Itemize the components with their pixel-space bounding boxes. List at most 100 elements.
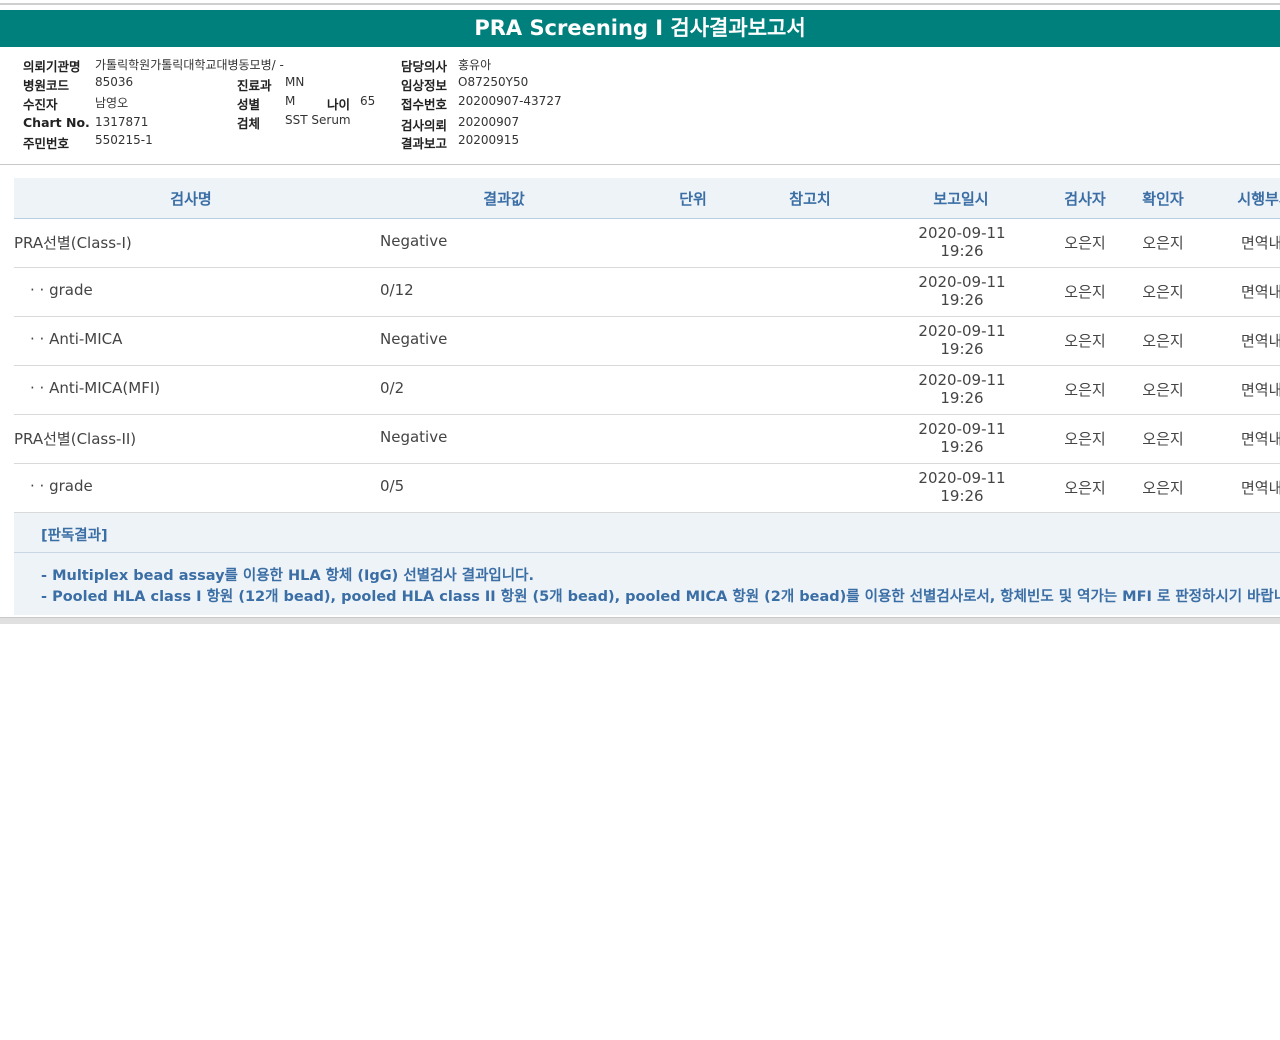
hospital-code-value: 85036 <box>95 75 134 89</box>
verifier: 오은지 <box>1142 332 1184 350</box>
request-date-value: 20200907 <box>458 115 520 129</box>
report-time: 19:26 <box>940 291 984 309</box>
col-dept-header: 시행부서 <box>1237 190 1280 208</box>
dept: 면역내과 <box>1241 381 1280 399</box>
dept: 면역내과 <box>1241 479 1280 497</box>
receipt-no-label: 접수번호 <box>401 97 448 112</box>
verifier: 오은지 <box>1142 381 1184 399</box>
report-time: 19:26 <box>940 487 984 505</box>
table-row[interactable]: · · grade 0/5 2020-09-11 19:26 오은지 오은지 면역… <box>14 464 1280 513</box>
dept: 면역내과 <box>1241 332 1280 350</box>
verifier: 오은지 <box>1142 283 1184 301</box>
top-divider <box>0 3 1280 5</box>
clinical-info-value: O87250Y50 <box>458 75 529 89</box>
table-row[interactable]: · · Anti-MICA(MFI) 0/2 2020-09-11 19:26 오… <box>14 366 1280 415</box>
report-datetime: 2020-09-11 19:26 <box>918 274 1005 310</box>
report-time: 19:26 <box>940 340 984 358</box>
test-name: PRA선별(Class-I) <box>14 234 132 252</box>
bottom-divider <box>0 617 1280 624</box>
test-name: · · grade <box>30 281 93 299</box>
table-row[interactable]: · · grade 0/12 2020-09-11 19:26 오은지 오은지 면… <box>14 268 1280 317</box>
report-time: 19:26 <box>940 438 984 456</box>
report-datetime: 2020-09-11 19:26 <box>918 323 1005 359</box>
info-divider <box>0 164 1280 165</box>
col-verifier-header: 확인자 <box>1142 190 1184 208</box>
patient-info-panel: 의뢰기관명 가톨릭학원가톨릭대학교대병동모병/ - 병원코드 85036 수진자… <box>0 47 1280 165</box>
table-row[interactable]: · · Anti-MICA Negative 2020-09-11 19:26 오… <box>14 317 1280 366</box>
result-value: Negative <box>380 330 448 348</box>
patient-label: 수진자 <box>23 97 58 112</box>
table-row[interactable]: PRA선별(Class-I) Negative 2020-09-11 19:26 … <box>14 219 1280 268</box>
chart-no-value: 1317871 <box>95 115 149 129</box>
interpretation-line-2: - Pooled HLA class I 항원 (12개 bead), pool… <box>41 589 1280 605</box>
report-date: 2020-09-11 <box>918 224 1006 242</box>
test-name: · · Anti-MICA <box>30 330 123 348</box>
interpretation-title: [판독결과] <box>41 528 108 544</box>
receipt-no-value: 20200907-43727 <box>458 94 562 108</box>
patient-value: 남영오 <box>95 96 129 110</box>
request-date-label: 검사의뢰 <box>401 118 448 133</box>
report-datetime: 2020-09-11 19:26 <box>918 225 1005 261</box>
test-name: · · Anti-MICA(MFI) <box>30 379 161 397</box>
verifier: 오은지 <box>1142 479 1184 497</box>
interpretation-line-1: - Multiplex bead assay를 이용한 HLA 항체 (IgG)… <box>41 568 534 584</box>
verifier: 오은지 <box>1142 234 1184 252</box>
tester: 오은지 <box>1064 234 1106 252</box>
dept-label: 진료과 <box>237 78 272 93</box>
report-datetime: 2020-09-11 19:26 <box>918 470 1005 506</box>
report-title: PRA Screening I 검사결과보고서 <box>0 10 1280 47</box>
doctor-value: 홍유아 <box>458 58 492 72</box>
report-datetime: 2020-09-11 19:26 <box>918 421 1005 457</box>
report-time: 19:26 <box>940 242 984 260</box>
col-name-header: 검사명 <box>170 190 212 208</box>
col-ref-header: 참고치 <box>789 190 831 208</box>
tester: 오은지 <box>1064 430 1106 448</box>
tester: 오은지 <box>1064 332 1106 350</box>
result-value: 0/2 <box>380 379 405 397</box>
result-value: Negative <box>380 428 448 446</box>
dept: 면역내과 <box>1241 234 1280 252</box>
test-name: PRA선별(Class-II) <box>14 430 137 448</box>
table-row[interactable]: PRA선별(Class-II) Negative 2020-09-11 19:26… <box>14 415 1280 464</box>
report-date: 2020-09-11 <box>918 273 1006 291</box>
report-time: 19:26 <box>940 389 984 407</box>
tester: 오은지 <box>1064 381 1106 399</box>
hospital-code-label: 병원코드 <box>23 78 70 93</box>
specimen-value: SST Serum <box>285 113 351 127</box>
hospital-label: 의뢰기관명 <box>23 59 81 74</box>
col-tester-header: 검사자 <box>1064 190 1106 208</box>
dept: 면역내과 <box>1241 430 1280 448</box>
interpretation-panel: [판독결과] - Multiplex bead assay를 이용한 HLA 항… <box>14 513 1280 615</box>
result-value: 0/5 <box>380 477 405 495</box>
report-datetime: 2020-09-11 19:26 <box>918 372 1005 408</box>
dept: 면역내과 <box>1241 283 1280 301</box>
table-header: 검사명 결과값 단위 참고치 보고일시 검사자 확인자 시행부서 <box>14 178 1280 219</box>
tester: 오은지 <box>1064 283 1106 301</box>
verifier: 오은지 <box>1142 430 1184 448</box>
specimen-label: 검체 <box>237 116 261 131</box>
test-name: · · grade <box>30 477 93 495</box>
age-label: 나이 <box>327 97 351 112</box>
rrn-value: 550215-1 <box>95 133 153 147</box>
sex-value: M <box>285 94 296 108</box>
report-date: 2020-09-11 <box>918 322 1006 340</box>
sex-label: 성별 <box>237 97 261 112</box>
col-unit-header: 단위 <box>679 190 707 208</box>
report-date: 2020-09-11 <box>918 420 1006 438</box>
interpretation-divider <box>14 552 1280 553</box>
report-date: 2020-09-11 <box>918 371 1006 389</box>
report-date-value: 20200915 <box>458 133 520 147</box>
hospital-value: 가톨릭학원가톨릭대학교대병동모병/ - <box>95 58 284 72</box>
col-result-header: 결과값 <box>483 190 525 208</box>
tester: 오은지 <box>1064 479 1106 497</box>
age-value: 65 <box>360 94 376 108</box>
chart-no-label: Chart No. <box>23 115 90 130</box>
result-value: Negative <box>380 232 448 250</box>
report-date: 2020-09-11 <box>918 469 1006 487</box>
rrn-label: 주민번호 <box>23 136 70 151</box>
clinical-info-label: 임상정보 <box>401 78 448 93</box>
dept-value: MN <box>285 75 305 89</box>
report-date-label: 결과보고 <box>401 136 448 151</box>
doctor-label: 담당의사 <box>401 59 448 74</box>
col-report-date-header: 보고일시 <box>933 190 989 208</box>
